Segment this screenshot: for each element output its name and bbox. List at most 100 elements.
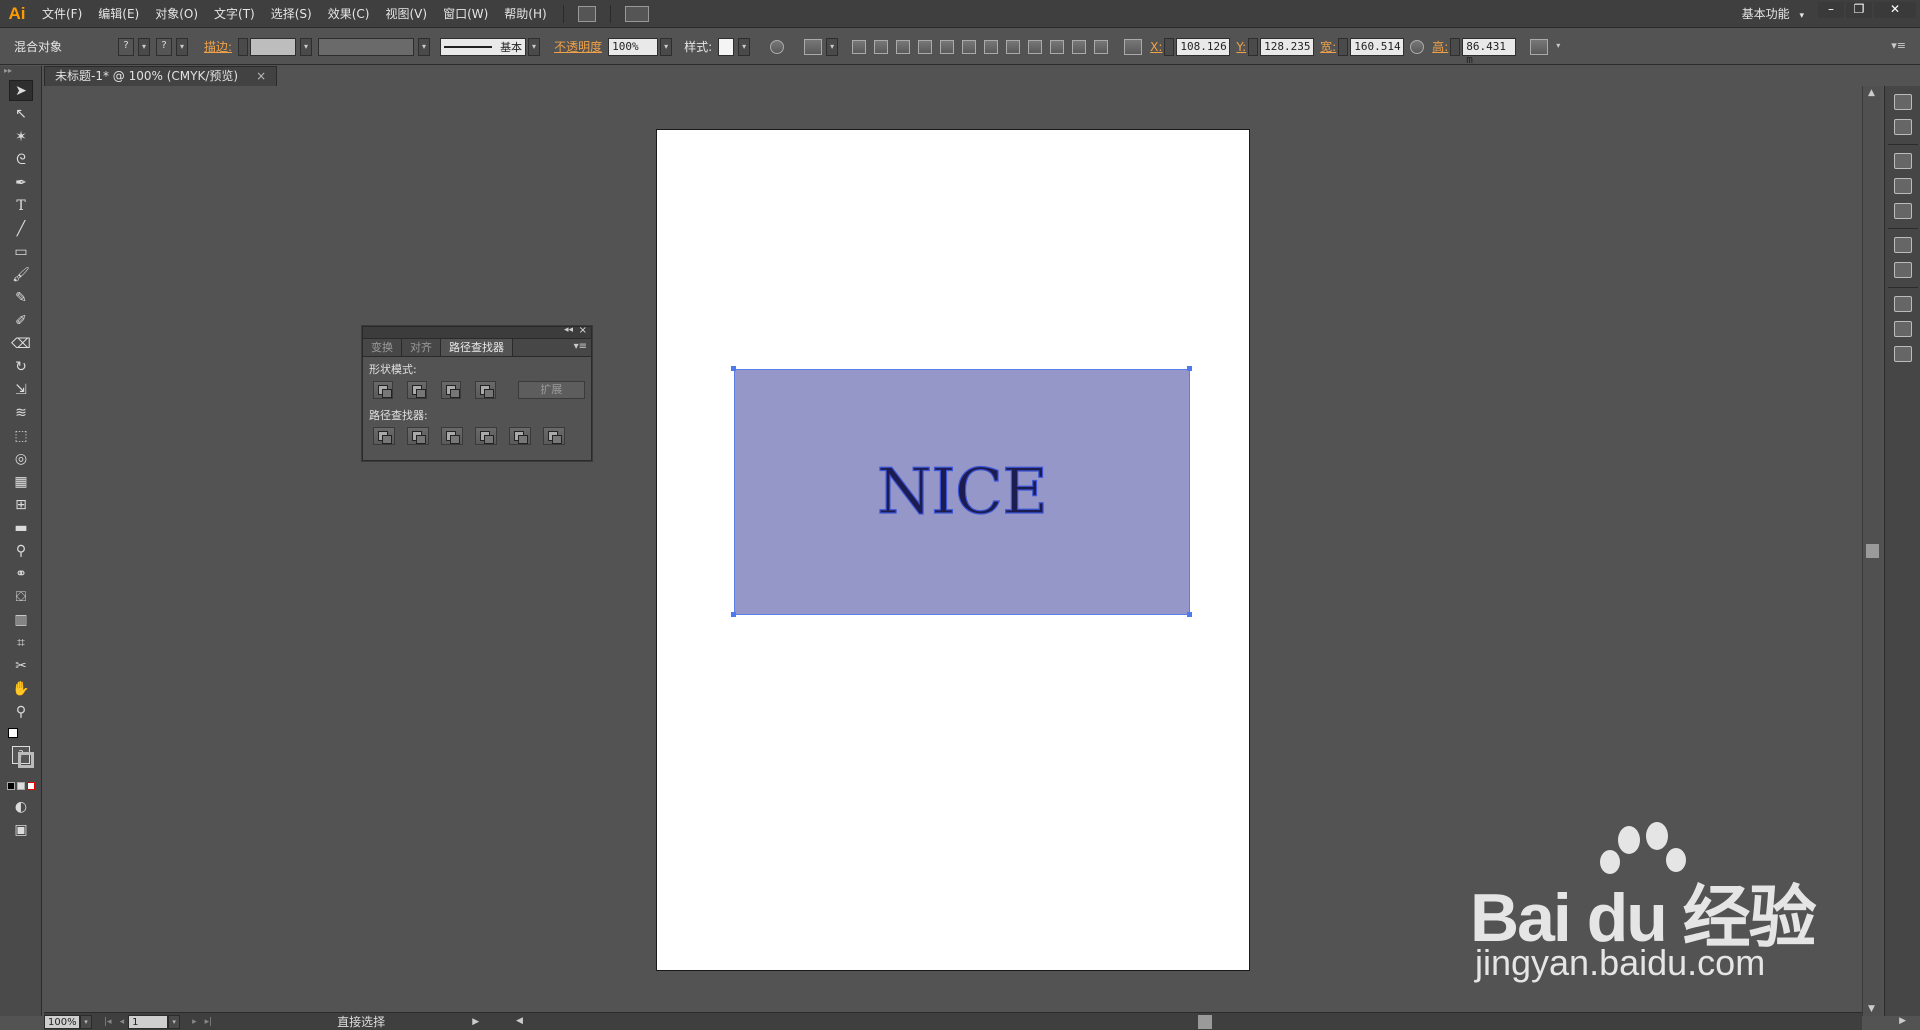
width-tool-icon[interactable]: ≋: [9, 402, 33, 423]
align-bottom-icon[interactable]: [962, 39, 977, 54]
default-colors-icon[interactable]: [8, 728, 18, 738]
chevron-down-icon[interactable]: ▾: [80, 1014, 92, 1029]
paintbrush-tool-icon[interactable]: 🖌: [9, 264, 33, 285]
slice-tool-icon[interactable]: ✂: [9, 655, 33, 676]
mesh-tool-icon[interactable]: ⊞: [9, 494, 33, 515]
close-icon[interactable]: ×: [579, 325, 587, 336]
rotate-tool-icon[interactable]: ↻: [9, 356, 33, 377]
menu-help[interactable]: 帮助(H): [496, 0, 554, 28]
appearance-icon[interactable]: [1894, 237, 1912, 253]
gradient-tool-icon[interactable]: ▬: [9, 517, 33, 538]
line-segment-tool-icon[interactable]: ╱: [9, 218, 33, 239]
chevron-down-icon[interactable]: ▾: [418, 37, 431, 56]
magic-wand-tool-icon[interactable]: ✶: [9, 126, 33, 147]
previous-artboard-icon[interactable]: ◂: [120, 1017, 125, 1027]
screen-mode-icon[interactable]: ▣: [9, 819, 33, 840]
pencil-tool-icon[interactable]: ✎: [9, 287, 33, 308]
tab-transform[interactable]: 变换: [363, 339, 402, 356]
graphic-style-swatch[interactable]: [718, 37, 735, 56]
brushes-icon[interactable]: [1894, 178, 1912, 194]
zoom-tool-icon[interactable]: ⚲: [9, 701, 33, 722]
canvas-text-nice[interactable]: NICE: [734, 459, 1190, 523]
distribute-top-icon[interactable]: [984, 39, 999, 54]
recolor-artwork-icon[interactable]: [770, 39, 785, 54]
unite-icon[interactable]: [373, 381, 394, 399]
anchor-point-bottom-right[interactable]: [1187, 612, 1192, 617]
color-panel-icon[interactable]: [1894, 94, 1912, 110]
perspective-grid-tool-icon[interactable]: ▦: [9, 471, 33, 492]
anchor-point-top-right[interactable]: [1187, 366, 1192, 371]
align-top-icon[interactable]: [918, 39, 933, 54]
link-proportions-icon[interactable]: [1410, 39, 1425, 54]
menu-file[interactable]: 文件(F): [34, 0, 90, 28]
pen-tool-icon[interactable]: ✒: [9, 172, 33, 193]
document-tab[interactable]: 未标题-1* @ 100% (CMYK/预览) ×: [44, 66, 278, 86]
stroke-color-icon[interactable]: [18, 752, 34, 768]
none-icon[interactable]: [27, 782, 35, 790]
first-artboard-icon[interactable]: |◂: [104, 1017, 112, 1027]
type-tool-icon[interactable]: T: [9, 195, 33, 216]
opacity-label[interactable]: 不透明度: [554, 38, 602, 55]
eyedropper-tool-icon[interactable]: ⚲: [9, 540, 33, 561]
scroll-right-icon[interactable]: ▶: [1899, 1016, 1906, 1026]
distribute-horizontal-center-icon[interactable]: [1072, 39, 1087, 54]
last-artboard-icon[interactable]: ▸|: [205, 1017, 213, 1027]
hand-tool-icon[interactable]: ✋: [9, 678, 33, 699]
draw-mode-icon[interactable]: ◐: [9, 796, 33, 817]
column-graph-tool-icon[interactable]: ▥: [9, 609, 33, 630]
artboard-number-field[interactable]: 1: [128, 1014, 169, 1029]
intersect-icon[interactable]: [441, 381, 462, 399]
symbols-icon[interactable]: [1894, 203, 1912, 219]
y-stepper[interactable]: [1248, 37, 1259, 56]
menu-view[interactable]: 视图(V): [377, 0, 435, 28]
status-text[interactable]: 直接选择: [256, 1013, 466, 1030]
panel-grip-icon[interactable]: ▸▸: [0, 66, 41, 78]
collapse-icon[interactable]: ◂◂: [564, 325, 573, 335]
color-icon[interactable]: [7, 782, 15, 790]
next-artboard-icon[interactable]: ▸: [192, 1017, 197, 1027]
chevron-down-icon[interactable]: ▾: [300, 37, 313, 56]
distribute-bottom-icon[interactable]: [1028, 39, 1043, 54]
direct-selection-tool-icon[interactable]: ↖: [9, 103, 33, 124]
menu-select[interactable]: 选择(S): [263, 0, 320, 28]
crop-icon[interactable]: [475, 427, 497, 445]
selection-tool-icon[interactable]: ➤: [9, 80, 33, 101]
fill-swatch[interactable]: ?: [118, 37, 135, 56]
menu-edit[interactable]: 编辑(E): [90, 0, 147, 28]
chevron-down-icon[interactable]: ▾: [176, 37, 189, 56]
symbol-sprayer-tool-icon[interactable]: ⛋: [9, 586, 33, 607]
divide-icon[interactable]: [373, 427, 395, 445]
horizontal-scroll-thumb[interactable]: [1198, 1015, 1212, 1029]
stroke-weight-stepper[interactable]: [238, 37, 249, 56]
merge-icon[interactable]: [441, 427, 463, 445]
distribute-left-icon[interactable]: [1050, 39, 1065, 54]
chevron-down-icon[interactable]: ▾: [660, 37, 673, 56]
shape-builder-tool-icon[interactable]: ◎: [9, 448, 33, 469]
arrange-documents-icon[interactable]: [624, 5, 649, 22]
y-field[interactable]: 128.235: [1260, 37, 1315, 56]
distribute-right-icon[interactable]: [1094, 39, 1109, 54]
swatches-icon[interactable]: [1894, 153, 1912, 169]
anchor-point-top-left[interactable]: [731, 366, 736, 371]
height-stepper[interactable]: [1450, 37, 1461, 56]
eraser-tool-icon[interactable]: ⌫: [9, 333, 33, 354]
bridge-icon[interactable]: [577, 5, 596, 22]
chevron-down-icon[interactable]: ▾: [1552, 38, 1564, 56]
align-right-icon[interactable]: [896, 39, 911, 54]
restore-button[interactable]: ❐: [1846, 2, 1872, 18]
horizontal-scrollbar[interactable]: ◀ ▶: [516, 1015, 1906, 1029]
stroke-swatch[interactable]: ?: [156, 37, 173, 56]
rectangle-tool-icon[interactable]: ▭: [9, 241, 33, 262]
outline-icon[interactable]: [509, 427, 531, 445]
graphic-styles-icon[interactable]: [1894, 262, 1912, 278]
tab-pathfinder[interactable]: 路径查找器: [441, 339, 513, 356]
artboard-tool-icon[interactable]: ⌗: [9, 632, 33, 653]
chevron-down-icon[interactable]: ▾: [826, 37, 839, 56]
stroke-label[interactable]: 描边:: [204, 38, 232, 55]
gradient-panel-icon[interactable]: [1894, 321, 1912, 337]
chevron-down-icon[interactable]: ▾: [168, 1014, 181, 1029]
gradient-icon[interactable]: [17, 782, 25, 790]
scroll-left-icon[interactable]: ◀: [516, 1016, 523, 1026]
stroke-panel-icon[interactable]: [1894, 296, 1912, 312]
align-vertical-center-icon[interactable]: [940, 39, 955, 54]
